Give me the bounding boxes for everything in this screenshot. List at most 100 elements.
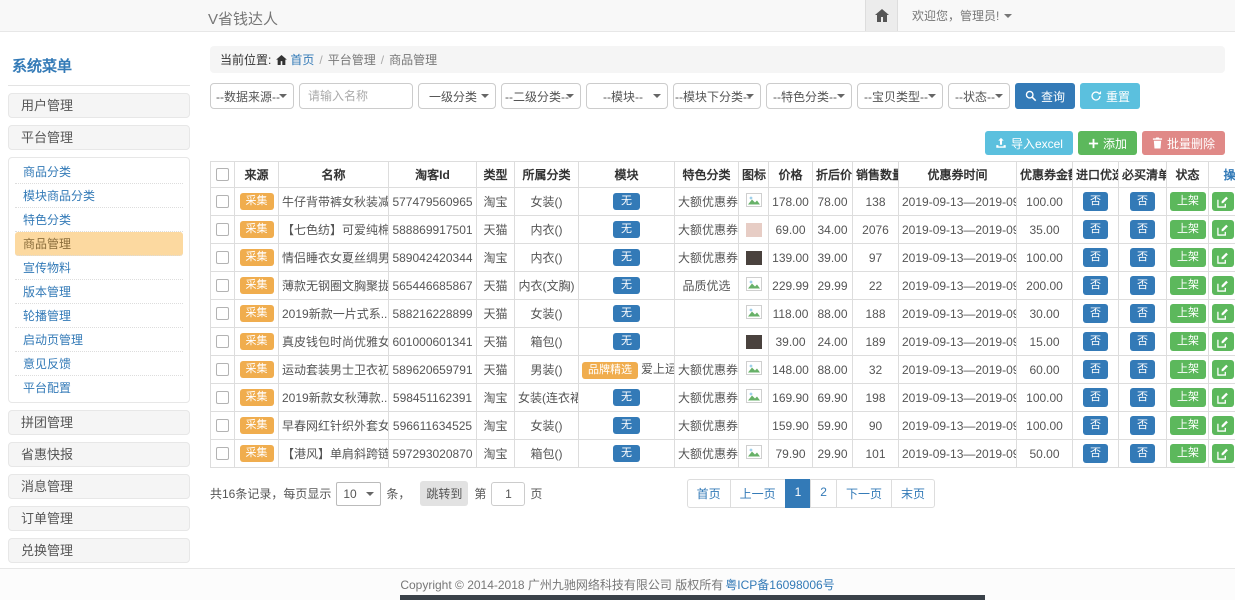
import-optional-toggle[interactable]: 否 (1083, 304, 1108, 323)
jump-button[interactable]: 跳转到 (420, 481, 468, 506)
data-source-select[interactable]: --数据来源-- (210, 83, 294, 109)
must-buy-toggle[interactable]: 否 (1130, 192, 1155, 211)
page-last[interactable]: 末页 (891, 479, 935, 508)
page-jump-input[interactable] (491, 482, 525, 506)
import-optional-toggle[interactable]: 否 (1083, 388, 1108, 407)
row-checkbox[interactable] (216, 195, 229, 208)
status-button[interactable]: 上架 (1170, 304, 1206, 323)
page-2[interactable]: 2 (810, 479, 837, 508)
module-sub-select[interactable]: --模块下分类-- (673, 83, 761, 109)
sidebar-item-7[interactable]: 版本管理 (15, 280, 183, 304)
must-buy-toggle[interactable]: 否 (1130, 220, 1155, 239)
edit-button[interactable] (1212, 360, 1234, 379)
must-buy-toggle[interactable]: 否 (1130, 360, 1155, 379)
add-button[interactable]: 添加 (1078, 131, 1137, 155)
must-buy-toggle[interactable]: 否 (1130, 276, 1155, 295)
category2-select[interactable]: --二级分类-- (501, 83, 581, 109)
row-checkbox[interactable] (216, 335, 229, 348)
row-checkbox[interactable] (216, 391, 229, 404)
table-row: 采集牛仔背带裤女秋装减龄...577479560965淘宝女装()无大额优惠券1… (211, 188, 1235, 216)
edit-button[interactable] (1212, 304, 1234, 323)
per-page-select[interactable]: 10 (336, 482, 381, 506)
status-button[interactable]: 上架 (1170, 416, 1206, 435)
user-menu[interactable]: 欢迎您，管理员! (912, 7, 1012, 24)
sidebar-item-13[interactable]: 省惠快报 (8, 442, 190, 467)
status-button[interactable]: 上架 (1170, 192, 1206, 211)
edit-button[interactable] (1212, 248, 1234, 267)
module-badge: 无 (613, 333, 640, 350)
breadcrumb-home-link[interactable]: 首页 (276, 51, 314, 68)
edit-button[interactable] (1212, 444, 1234, 463)
reset-button[interactable]: 重置 (1080, 83, 1140, 109)
page-first[interactable]: 首页 (687, 479, 731, 508)
must-buy-toggle[interactable]: 否 (1130, 444, 1155, 463)
status-cell: 上架 (1167, 216, 1209, 244)
status-button[interactable]: 上架 (1170, 276, 1206, 295)
feature-select[interactable]: --特色分类-- (766, 83, 852, 109)
import-optional-toggle[interactable]: 否 (1083, 220, 1108, 239)
category: 女装() (515, 300, 579, 328)
import-optional-toggle[interactable]: 否 (1083, 360, 1108, 379)
status-button[interactable]: 上架 (1170, 248, 1206, 267)
sidebar-item-11[interactable]: 平台配置 (15, 376, 183, 400)
select-all-checkbox[interactable] (216, 168, 229, 181)
sidebar-item-3[interactable]: 模块商品分类 (15, 184, 183, 208)
edit-button[interactable] (1212, 416, 1234, 435)
edit-button[interactable] (1212, 220, 1234, 239)
sidebar-item-1[interactable]: 平台管理 (8, 125, 190, 150)
status-button[interactable]: 上架 (1170, 444, 1206, 463)
edit-button[interactable] (1212, 332, 1234, 351)
row-checkbox[interactable] (216, 251, 229, 264)
home-button[interactable] (865, 0, 898, 31)
row-checkbox[interactable] (216, 279, 229, 292)
edit-button[interactable] (1212, 388, 1234, 407)
status-select[interactable]: --状态-- (948, 83, 1010, 109)
sidebar-item-15[interactable]: 订单管理 (8, 506, 190, 531)
import-optional-toggle[interactable]: 否 (1083, 248, 1108, 267)
item-type-select[interactable]: --宝贝类型-- (857, 83, 943, 109)
must-buy-toggle[interactable]: 否 (1130, 304, 1155, 323)
page-1[interactable]: 1 (785, 479, 812, 508)
sidebar-item-6[interactable]: 宣传物料 (15, 256, 183, 280)
name-input[interactable] (299, 83, 413, 109)
sidebar-item-10[interactable]: 意见反馈 (15, 352, 183, 376)
status-button[interactable]: 上架 (1170, 388, 1206, 407)
edit-button[interactable] (1212, 192, 1234, 211)
row-checkbox[interactable] (216, 419, 229, 432)
import-optional-toggle[interactable]: 否 (1083, 276, 1108, 295)
must-buy-toggle[interactable]: 否 (1130, 332, 1155, 351)
row-checkbox[interactable] (216, 307, 229, 320)
row-checkbox[interactable] (216, 223, 229, 236)
edit-button[interactable] (1212, 276, 1234, 295)
import-optional-toggle[interactable]: 否 (1083, 332, 1108, 351)
import-optional-toggle[interactable]: 否 (1083, 444, 1108, 463)
must-buy-toggle[interactable]: 否 (1130, 416, 1155, 435)
sidebar-item-4[interactable]: 特色分类 (15, 208, 183, 232)
page-next[interactable]: 下一页 (836, 479, 892, 508)
must-buy-toggle[interactable]: 否 (1130, 388, 1155, 407)
coupon-time: 2019-09-13—2019-09-17 (899, 384, 1017, 412)
import-excel-button[interactable]: 导入excel (985, 131, 1073, 155)
import-optional-toggle[interactable]: 否 (1083, 416, 1108, 435)
import-optional-toggle[interactable]: 否 (1083, 192, 1108, 211)
category1-select[interactable]: 一级分类 (418, 83, 496, 109)
icp-link[interactable]: 粤ICP备16098006号 (725, 576, 834, 593)
sidebar-item-14[interactable]: 消息管理 (8, 474, 190, 499)
status-button[interactable]: 上架 (1170, 220, 1206, 239)
row-checkbox[interactable] (216, 447, 229, 460)
status-button[interactable]: 上架 (1170, 360, 1206, 379)
module-select[interactable]: --模块-- (586, 83, 668, 109)
sidebar-item-9[interactable]: 启动页管理 (15, 328, 183, 352)
batch-delete-button[interactable]: 批量删除 (1142, 131, 1225, 155)
sidebar-item-0[interactable]: 用户管理 (8, 93, 190, 118)
sidebar-item-8[interactable]: 轮播管理 (15, 304, 183, 328)
sidebar-item-5[interactable]: 商品管理 (15, 232, 183, 256)
sidebar-item-16[interactable]: 兑换管理 (8, 538, 190, 563)
sidebar-item-12[interactable]: 拼团管理 (8, 410, 190, 435)
search-button[interactable]: 查询 (1015, 83, 1075, 109)
page-prev[interactable]: 上一页 (730, 479, 786, 508)
must-buy-toggle[interactable]: 否 (1130, 248, 1155, 267)
sidebar-item-2[interactable]: 商品分类 (15, 160, 183, 184)
status-button[interactable]: 上架 (1170, 332, 1206, 351)
row-checkbox[interactable] (216, 363, 229, 376)
